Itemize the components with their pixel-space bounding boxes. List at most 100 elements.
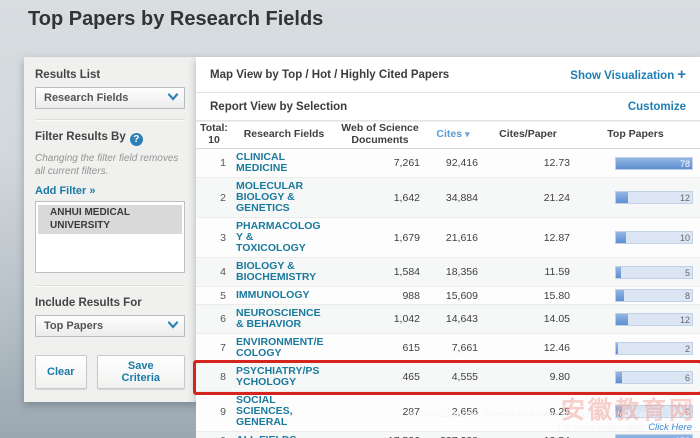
wos-documents-value: 615	[336, 342, 424, 354]
table-row: 3 PHARMACOLOG Y & TOXICOLOGY 1,679 21,61…	[196, 218, 700, 258]
clear-button[interactable]: Clear	[35, 355, 87, 389]
page-title: Top Papers by Research Fields	[28, 8, 323, 31]
row-rank: 4	[196, 266, 232, 278]
row-rank: 2	[196, 192, 232, 204]
top-papers-value: 78	[680, 158, 690, 171]
filter-by-label: Filter Results By?	[35, 131, 185, 146]
cites-value: 7,661	[424, 342, 482, 354]
top-papers-bar-cell: 8	[574, 289, 697, 302]
research-field-link[interactable]: BIOLOGY & BIOCHEMISTRY	[232, 258, 336, 286]
add-filter-link[interactable]: Add Filter »	[35, 185, 96, 197]
research-field-link[interactable]: PHARMACOLOG Y & TOXICOLOGY	[232, 218, 336, 257]
table-row: 4 BIOLOGY & BIOCHEMISTRY 1,584 18,356 11…	[196, 258, 700, 287]
top-papers-bar: 12	[615, 191, 693, 204]
table-row: 6 NEUROSCIENCE & BEHAVIOR 1,042 14,643 1…	[196, 305, 700, 334]
cites-header-text: Cites	[436, 128, 462, 140]
show-visualization-link[interactable]: Show Visualization+	[570, 66, 686, 83]
include-results-label: Include Results For	[35, 297, 185, 309]
top-papers-bar-fill	[616, 372, 622, 383]
results-table: Total: 10 Research Fields Web of Science…	[196, 121, 700, 438]
research-field-link[interactable]: IMMUNOLOGY	[232, 287, 336, 304]
total-count-header: Total: 10	[196, 123, 232, 146]
row-rank: 7	[196, 342, 232, 354]
cites-per-paper-value: 11.59	[482, 266, 574, 278]
cites-value: 15,609	[424, 290, 482, 302]
wos-documents-value: 1,679	[336, 232, 424, 244]
cites-value: 21,616	[424, 232, 482, 244]
sort-descending-icon: ▾	[465, 129, 470, 139]
cites-per-paper-value: 15.80	[482, 290, 574, 302]
save-criteria-button[interactable]: Save Criteria	[97, 355, 185, 389]
total-count: 10	[208, 134, 220, 146]
results-list-label: Results List	[35, 69, 185, 81]
research-field-link[interactable]: PSYCHIATRY/PS YCHOLOGY	[232, 363, 336, 391]
table-row: 5 IMMUNOLOGY 988 15,609 15.80 8	[196, 287, 700, 305]
top-papers-bar-fill	[616, 290, 624, 301]
research-field-link[interactable]: ENVIRONMENT/E COLOGY	[232, 334, 336, 362]
top-papers-value: 10	[680, 232, 690, 245]
row-rank: 3	[196, 232, 232, 244]
wos-documents-value: 988	[336, 290, 424, 302]
top-papers-bar-fill	[616, 192, 628, 203]
include-results-value: Top Papers	[44, 320, 103, 332]
row-rank: 1	[196, 157, 232, 169]
row-rank: 8	[196, 371, 232, 383]
column-header-wos-documents[interactable]: Web of Science Documents	[336, 123, 424, 146]
click-here-link[interactable]: Click Here	[648, 422, 692, 433]
footer: InCites Essential Science Indicators dat…	[0, 402, 700, 438]
top-papers-bar: 5	[615, 266, 693, 279]
results-list-value: Research Fields	[44, 92, 128, 104]
cites-per-paper-value: 9.80	[482, 371, 574, 383]
top-papers-bar-cell: 6	[574, 371, 697, 384]
table-body: 1 CLINICAL MEDICINE 7,261 92,416 12.73 7…	[196, 149, 700, 438]
top-papers-bar: 12	[615, 313, 693, 326]
column-header-research-fields[interactable]: Research Fields	[232, 129, 336, 141]
row-rank: 5	[196, 290, 232, 302]
research-field-link[interactable]: CLINICAL MEDICINE	[232, 149, 336, 177]
cites-per-paper-value: 14.05	[482, 313, 574, 325]
results-list-dropdown[interactable]: Research Fields	[35, 87, 185, 109]
top-papers-value: 12	[680, 314, 690, 327]
top-papers-value: 12	[680, 192, 690, 205]
top-papers-bar-cell: 2	[574, 342, 697, 355]
footer-dataset-note: InCites Essential Science Indicators dat…	[0, 409, 692, 422]
cites-value: 4,555	[424, 371, 482, 383]
wos-documents-value: 1,642	[336, 192, 424, 204]
column-header-cites-per-paper[interactable]: Cites/Paper	[482, 129, 574, 141]
column-header-top-papers[interactable]: Top Papers	[574, 129, 697, 141]
total-label: Total:	[200, 122, 228, 134]
help-icon[interactable]: ?	[130, 133, 143, 146]
report-view-label: Report View by Selection	[210, 101, 347, 113]
top-papers-bar-cell: 12	[574, 313, 697, 326]
wos-documents-value: 1,584	[336, 266, 424, 278]
row-rank: 6	[196, 313, 232, 325]
filter-listbox[interactable]: ANHUI MEDICAL UNIVERSITY	[35, 201, 185, 273]
table-row: 1 CLINICAL MEDICINE 7,261 92,416 12.73 7…	[196, 149, 700, 178]
top-papers-value: 5	[685, 267, 690, 280]
research-field-link[interactable]: MOLECULAR BIOLOGY & GENETICS	[232, 178, 336, 217]
top-papers-bar-fill	[616, 343, 618, 354]
filter-option-selected[interactable]: ANHUI MEDICAL UNIVERSITY	[38, 205, 182, 234]
wos-documents-value: 1,042	[336, 313, 424, 325]
cites-per-paper-value: 21.24	[482, 192, 574, 204]
include-results-dropdown[interactable]: Top Papers	[35, 315, 185, 337]
sidebar-divider	[35, 119, 185, 121]
customize-link[interactable]: Customize	[628, 101, 686, 113]
chevron-down-icon	[167, 92, 179, 104]
research-field-link[interactable]: NEUROSCIENCE & BEHAVIOR	[232, 305, 336, 333]
filter-note: Changing the filter field removes all cu…	[35, 152, 185, 178]
top-papers-bar-cell: 12	[574, 191, 697, 204]
filter-by-text: Filter Results By	[35, 131, 126, 143]
map-view-label: Map View by Top / Hot / Highly Cited Pap…	[210, 69, 449, 81]
top-papers-bar: 2	[615, 342, 693, 355]
filter-sidebar: Results List Research Fields Filter Resu…	[24, 57, 196, 402]
cites-per-paper-value: 12.87	[482, 232, 574, 244]
cites-per-paper-value: 12.46	[482, 342, 574, 354]
top-papers-bar-fill	[616, 314, 628, 325]
report-view-bar: Report View by Selection Customize	[196, 93, 700, 121]
top-papers-bar-cell: 5	[574, 266, 697, 279]
cites-value: 34,884	[424, 192, 482, 204]
footer-more-info-text: For more information	[557, 422, 645, 433]
column-header-cites-sorted[interactable]: Cites ▾	[424, 129, 482, 141]
top-papers-bar-fill	[616, 232, 626, 243]
